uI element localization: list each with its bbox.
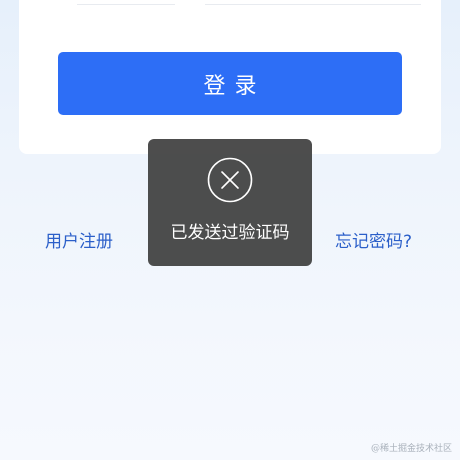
toast: 已发送过验证码 [148, 139, 312, 266]
watermark: @稀土掘金技术社区 [370, 444, 452, 454]
login-button[interactable]: 登录 [58, 52, 402, 115]
code-field-underline[interactable] [205, 4, 421, 5]
toast-message: 已发送过验证码 [170, 223, 290, 243]
close-circle-icon [207, 157, 253, 203]
account-field-underline[interactable] [77, 4, 175, 5]
login-button-label: 登录 [203, 73, 266, 99]
forgot-password-link[interactable]: 忘记密码? [335, 230, 412, 254]
register-link[interactable]: 用户注册 [45, 230, 113, 254]
